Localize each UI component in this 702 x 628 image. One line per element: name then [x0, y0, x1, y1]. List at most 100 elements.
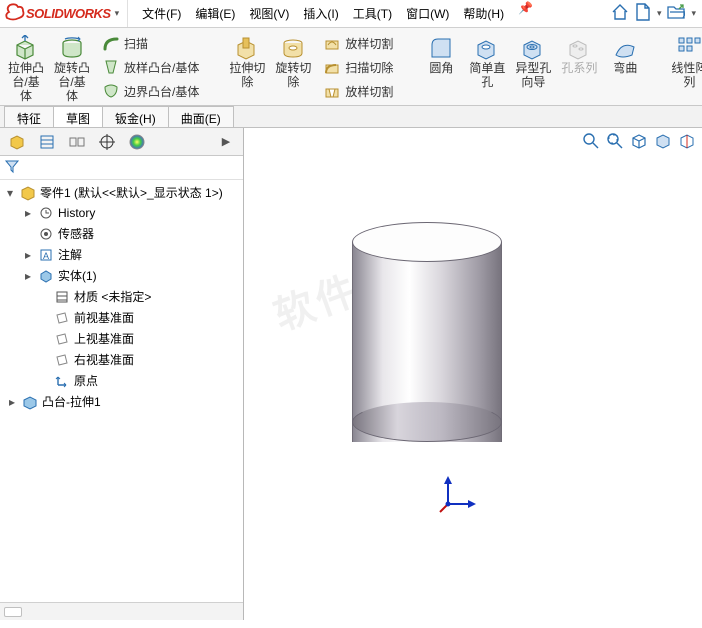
expand-icon[interactable]: ▸: [6, 395, 18, 409]
tab-surfaces[interactable]: 曲面(E): [168, 106, 234, 127]
logo-dropdown-icon[interactable]: ▾: [115, 8, 120, 19]
hole-wizard-label: 异型孔向导: [515, 62, 551, 90]
hole-series-icon: [565, 34, 593, 62]
menu-pin-icon[interactable]: 📌: [512, 1, 539, 26]
extrude-boss-button[interactable]: 拉伸凸台/基体: [6, 32, 46, 105]
sensor-icon: [38, 226, 54, 242]
tree-origin[interactable]: 原点: [2, 370, 241, 391]
boundary-button[interactable]: 边界凸台/基体: [98, 80, 203, 102]
menubar: SOLIDWORKS ▾ 文件(F) 编辑(E) 视图(V) 插入(I) 工具(…: [0, 0, 702, 28]
cut-small-list: 放样切割 扫描切除 放样切割: [319, 32, 397, 102]
solidworks-logo-icon: [4, 2, 26, 25]
home-icon[interactable]: [611, 3, 629, 24]
menu-insert[interactable]: 插入(I): [297, 1, 344, 26]
cut-revolve-label: 旋转切除: [275, 62, 311, 90]
menu-view[interactable]: 视图(V): [243, 1, 295, 26]
expand-icon[interactable]: ▸: [22, 206, 34, 220]
hole-wizard-button[interactable]: 异型孔向导: [513, 32, 553, 92]
ribbon-group-pattern: 线性阵列 筋 拔 抽: [669, 32, 702, 101]
menu-edit[interactable]: 编辑(E): [189, 1, 241, 26]
tree-tab-dimxpert-icon[interactable]: [96, 131, 118, 153]
tree-plane-front[interactable]: 前视基准面: [2, 307, 241, 328]
tree-tab-config-icon[interactable]: [66, 131, 88, 153]
simple-hole-button[interactable]: 简单直孔: [467, 32, 507, 92]
tree-solid-bodies[interactable]: ▸实体(1): [2, 265, 241, 286]
tab-sketch[interactable]: 草图: [53, 106, 103, 127]
tree-plane-top[interactable]: 上视基准面: [2, 328, 241, 349]
tree-tab-property-icon[interactable]: [36, 131, 58, 153]
open-icon[interactable]: [667, 4, 685, 23]
menu-window[interactable]: 窗口(W): [400, 1, 455, 26]
cut-sweep-label: 扫描切除: [345, 59, 393, 76]
panel-resize-handle[interactable]: [4, 607, 22, 617]
wrap-button[interactable]: 弯曲: [605, 32, 645, 78]
ribbon-group-boss: 拉伸凸台/基体 旋转凸台/基体 扫描 放样凸台/基体 边界凸台/基体: [6, 32, 203, 101]
feature-tree: ▾ 零件1 (默认<<默认>_显示状态 1>) ▸History 传感器 ▸A注…: [0, 180, 243, 602]
open-dropdown-icon[interactable]: ▾: [691, 8, 696, 19]
new-doc-icon[interactable]: [635, 3, 651, 24]
tab-features[interactable]: 特征: [4, 106, 54, 127]
revolve-boss-label: 旋转凸台/基体: [54, 62, 90, 103]
tree-history[interactable]: ▸History: [2, 203, 241, 223]
cut-extrude-label: 拉伸切除: [229, 62, 265, 90]
cut-loft-button[interactable]: 扫描切除: [319, 56, 397, 78]
sweep-icon: [102, 34, 120, 52]
cylinder-bottom: [352, 402, 502, 442]
tree-tab-display-icon[interactable]: [126, 131, 148, 153]
revolve-boss-button[interactable]: 旋转凸台/基体: [52, 32, 92, 105]
menu-tools[interactable]: 工具(T): [347, 1, 398, 26]
svg-text:A: A: [43, 251, 49, 261]
cut-revolve-button[interactable]: 旋转切除: [273, 32, 313, 92]
tree-material[interactable]: 材质 <未指定>: [2, 286, 241, 307]
model-cylinder[interactable]: [352, 222, 502, 442]
sweep-button[interactable]: 扫描: [98, 32, 203, 54]
tree-filter-row: [0, 156, 243, 180]
tree-root[interactable]: ▾ 零件1 (默认<<默认>_显示状态 1>): [2, 182, 241, 203]
expand-icon[interactable]: ▾: [4, 186, 16, 200]
tree-tab-feature-icon[interactable]: [6, 131, 28, 153]
wrap-label: 弯曲: [613, 62, 637, 76]
zoom-area-icon[interactable]: [606, 132, 624, 153]
expand-icon[interactable]: ▸: [22, 269, 34, 283]
cut-loft-bot-label: 放样切割: [345, 83, 393, 100]
tab-sheetmetal[interactable]: 钣金(H): [102, 106, 169, 127]
tree-item-label: 原点: [74, 372, 98, 389]
menu-help[interactable]: 帮助(H): [457, 1, 510, 26]
viewport-triad[interactable]: [438, 474, 478, 514]
tree-item-label: 右视基准面: [74, 351, 134, 368]
new-dropdown-icon[interactable]: ▾: [657, 8, 662, 19]
fillet-label: 圆角: [429, 62, 453, 76]
filter-icon[interactable]: [4, 158, 20, 177]
hole-series-button[interactable]: 孔系列: [559, 32, 599, 78]
loft-icon: [102, 58, 120, 76]
cut-boundary-button[interactable]: 放样切割: [319, 80, 397, 102]
tree-sensors[interactable]: 传感器: [2, 223, 241, 244]
loft-label: 放样凸台/基体: [124, 59, 199, 76]
zoom-fit-icon[interactable]: [582, 132, 600, 153]
cut-extrude-button[interactable]: 拉伸切除: [227, 32, 267, 92]
expand-icon[interactable]: ▸: [22, 248, 34, 262]
viewport-3d[interactable]: 软件自学网: [244, 128, 702, 620]
loft-button[interactable]: 放样凸台/基体: [98, 56, 203, 78]
linear-pattern-button[interactable]: 线性阵列: [669, 32, 702, 92]
tree-extrude-feature[interactable]: ▸ 凸台-拉伸1: [2, 391, 241, 412]
tree-item-label: 上视基准面: [74, 330, 134, 347]
simple-hole-icon: [473, 34, 501, 62]
tree-item-label: 材质 <未指定>: [74, 288, 151, 305]
view-orient-icon[interactable]: [630, 132, 648, 153]
extrude-feature-icon: [22, 394, 38, 410]
feature-tabs: 特征 草图 钣金(H) 曲面(E): [0, 106, 702, 128]
tree-plane-right[interactable]: 右视基准面: [2, 349, 241, 370]
tree-expand-icon[interactable]: ▶: [215, 131, 237, 153]
display-style-icon[interactable]: [654, 132, 672, 153]
cut-sweep-button[interactable]: 放样切割: [319, 32, 397, 54]
menu-file[interactable]: 文件(F): [136, 1, 187, 26]
fillet-button[interactable]: 圆角: [421, 32, 461, 78]
view-toolbar: [582, 132, 696, 153]
tree-item-label: 凸台-拉伸1: [42, 393, 101, 410]
tree-annotations[interactable]: ▸A注解: [2, 244, 241, 265]
simple-hole-label: 简单直孔: [469, 62, 505, 90]
hole-wizard-icon: [519, 34, 547, 62]
sweep-label: 扫描: [124, 35, 148, 52]
section-view-icon[interactable]: [678, 132, 696, 153]
